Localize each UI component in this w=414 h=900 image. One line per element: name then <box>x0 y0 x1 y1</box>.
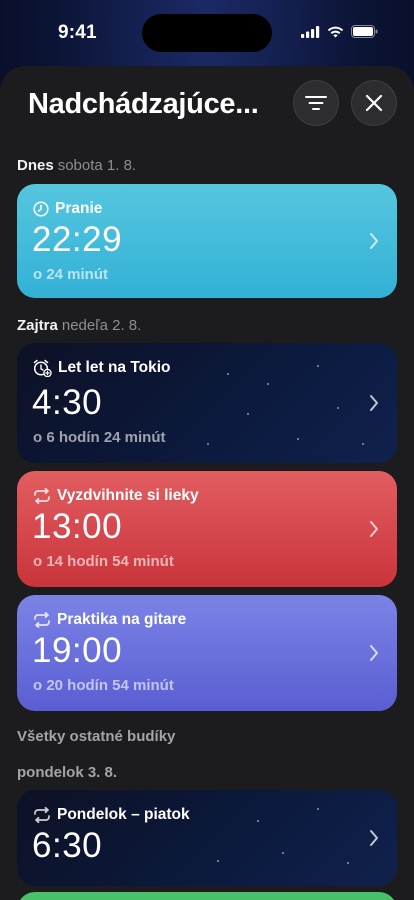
section-tomorrow: Zajtra nedeľa 2. 8. <box>17 317 141 334</box>
chevron-right-icon <box>370 830 378 846</box>
alarm-card-gitara[interactable]: Praktika na gitare 19:00 o 20 hodín 54 m… <box>17 595 397 711</box>
section-tomorrow-label: Zajtra <box>17 317 58 334</box>
star <box>347 862 349 864</box>
star <box>257 820 259 822</box>
dynamic-island <box>142 14 272 52</box>
alarm-time: 13:00 <box>32 507 123 546</box>
chevron-right-icon <box>370 395 378 411</box>
star <box>247 413 249 415</box>
alarm-remaining: o 20 hodín 54 minút <box>33 677 174 694</box>
alarm-card-next[interactable] <box>17 892 397 900</box>
alarm-header: Pondelok – piatok <box>33 806 190 824</box>
star <box>207 443 209 445</box>
star <box>337 407 339 409</box>
star <box>282 852 284 854</box>
status-icons <box>301 25 378 38</box>
status-bar: 9:41 <box>0 0 414 64</box>
close-icon <box>365 94 383 112</box>
alarm-name: Praktika na gitare <box>57 611 187 628</box>
alarm-plus-icon <box>33 359 52 377</box>
battery-icon <box>351 25 378 38</box>
alarm-remaining: o 14 hodín 54 minút <box>33 553 174 570</box>
wifi-icon <box>327 26 344 37</box>
section-today-label: Dnes <box>17 157 54 174</box>
alarm-header: Vyzdvihnite si lieky <box>33 487 199 505</box>
alarm-time: 6:30 <box>32 826 103 865</box>
section-tomorrow-date: nedeľa 2. 8. <box>61 317 142 334</box>
section-others: Všetky ostatné budíky <box>17 728 176 745</box>
alarm-card-tokio[interactable]: Let let na Tokio 4:30 o 6 hodín 24 minút <box>17 343 397 463</box>
alarm-card-pranie[interactable]: Pranie 22:29 o 24 minút <box>17 184 397 298</box>
alarm-time: 22:29 <box>32 220 123 259</box>
alarm-header: Let let na Tokio <box>33 359 171 377</box>
chevron-right-icon <box>370 233 378 249</box>
star <box>317 808 319 810</box>
alarm-header: Praktika na gitare <box>33 611 186 629</box>
section-today-date: sobota 1. 8. <box>57 157 137 174</box>
star <box>217 860 219 862</box>
upcoming-sheet: Nadchádzajúce... Dnes sobota 1. 8. Pranie… <box>0 66 414 900</box>
chevron-right-icon <box>370 645 378 661</box>
alarm-card-lieky[interactable]: Vyzdvihnite si lieky 13:00 o 14 hodín 54… <box>17 471 397 587</box>
alarm-name: Vyzdvihnite si lieky <box>57 487 199 504</box>
repeat-icon <box>34 488 50 504</box>
repeat-icon <box>34 807 50 823</box>
alarm-name: Pranie <box>55 200 103 217</box>
signal-icon <box>301 25 320 38</box>
alarm-remaining: o 6 hodín 24 minút <box>33 429 166 446</box>
star <box>297 438 299 440</box>
filter-icon <box>305 96 327 110</box>
star <box>227 373 229 375</box>
alarm-remaining: o 24 minút <box>33 266 109 283</box>
star <box>317 365 319 367</box>
alarm-name: Pondelok – piatok <box>57 806 190 823</box>
filter-button[interactable] <box>293 80 339 126</box>
alarm-card-pondelok[interactable]: Pondelok – piatok 6:30 <box>17 790 397 886</box>
alarm-name: Let let na Tokio <box>58 359 171 376</box>
alarm-header: Pranie <box>33 200 102 218</box>
page-title: Nadchádzajúce... <box>28 88 259 120</box>
section-today: Dnes sobota 1. 8. <box>17 157 136 174</box>
clock-icon <box>33 201 49 217</box>
alarm-time: 4:30 <box>32 383 103 422</box>
status-time: 9:41 <box>58 22 97 43</box>
alarm-time: 19:00 <box>32 631 123 670</box>
star <box>267 383 269 385</box>
repeat-icon <box>34 612 50 628</box>
section-monday: pondelok 3. 8. <box>17 764 118 781</box>
chevron-right-icon <box>370 521 378 537</box>
close-button[interactable] <box>351 80 397 126</box>
star <box>362 443 364 445</box>
